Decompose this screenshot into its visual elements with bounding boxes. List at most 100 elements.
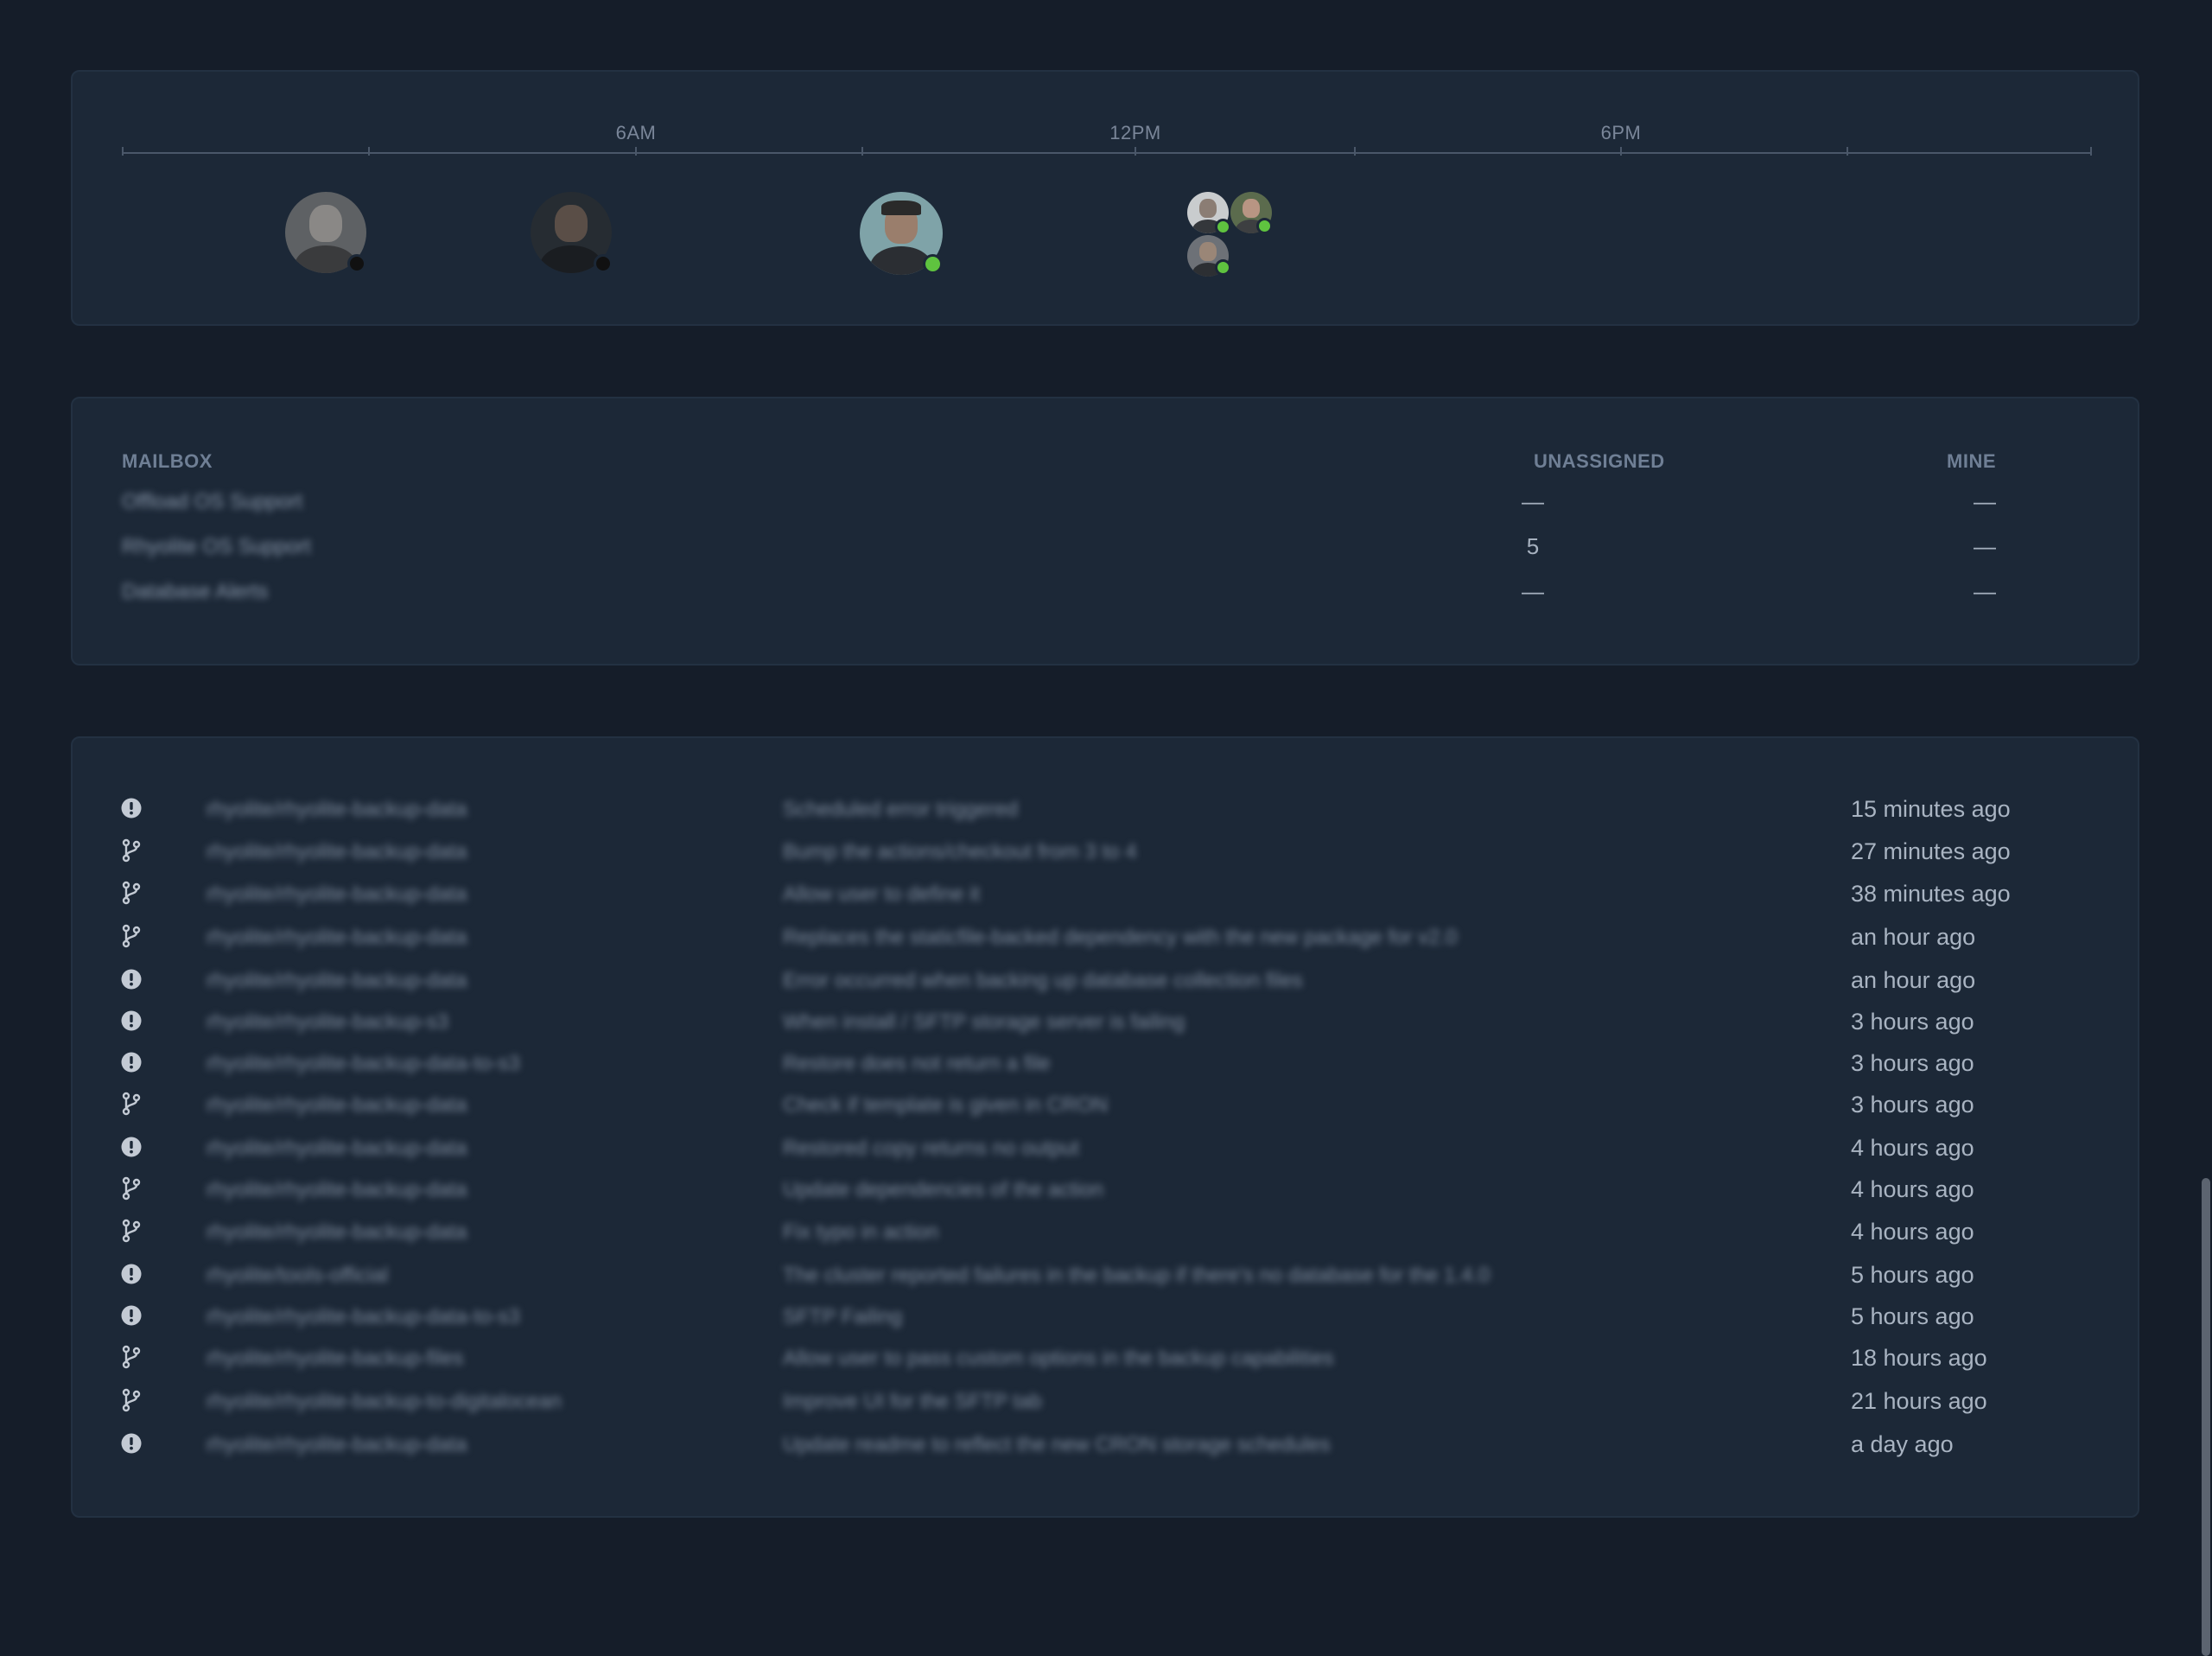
timeline-tick	[635, 147, 637, 156]
alert-circle-icon	[120, 1009, 143, 1033]
activity-repo[interactable]: rhyolite/rhyolite-backup-data	[207, 1178, 467, 1202]
timeline-label-6pm: 6PM	[1600, 122, 1642, 143]
scrollbar-thumb[interactable]	[2202, 1178, 2210, 1656]
activity-repo[interactable]: rhyolite/rhyolite-backup-data	[207, 926, 467, 950]
activity-timestamp: 4 hours ago	[1851, 1176, 1974, 1202]
activity-timestamp: 5 hours ago	[1851, 1303, 1974, 1329]
mailbox-unassigned-count[interactable]: —	[1522, 488, 1544, 515]
activity-row[interactable]: rhyolite/rhyolite-backup-data Fix typo in…	[73, 1213, 2138, 1248]
activity-repo[interactable]: rhyolite/rhyolite-backup-s3	[207, 1010, 448, 1035]
activity-timestamp: 15 minutes ago	[1851, 796, 2011, 822]
git-branch-icon	[120, 1092, 143, 1116]
activity-title[interactable]: Improve UI for the SFTP tab	[783, 1390, 1042, 1414]
timeline-tick	[122, 147, 124, 156]
timeline-tick	[2090, 147, 2092, 156]
page-scrollbar[interactable]	[2200, 0, 2212, 1656]
activity-timestamp: 27 minutes ago	[1851, 838, 2011, 864]
activity-row[interactable]: rhyolite/rhyolite-backup-data Restored co…	[73, 1130, 2138, 1164]
activity-timestamp: 3 hours ago	[1851, 1092, 1974, 1118]
activity-title[interactable]: Error occurred when backing up database …	[783, 969, 1303, 993]
timeline-tick	[861, 147, 863, 156]
activity-row[interactable]: rhyolite/rhyolite-backup-files Allow user…	[73, 1340, 2138, 1374]
timeline-tick	[1847, 147, 1848, 156]
activity-row[interactable]: rhyolite/rhyolite-backup-data Replaces th…	[73, 919, 2138, 953]
timeline-tick	[1135, 147, 1136, 156]
activity-row[interactable]: rhyolite/rhyolite-backup-data-to-s3 Resto…	[73, 1045, 2138, 1080]
status-dot-online	[1256, 218, 1273, 234]
activity-timestamp: an hour ago	[1851, 967, 1976, 993]
activity-title[interactable]: Allow user to pass custom options in the…	[783, 1347, 1334, 1371]
activity-timestamp: 21 hours ago	[1851, 1388, 1987, 1414]
activity-repo[interactable]: rhyolite/rhyolite-backup-data	[207, 840, 467, 864]
mailbox-unassigned-count[interactable]: 5	[1527, 533, 1539, 560]
activity-title[interactable]: Update dependencies of the action	[783, 1178, 1103, 1202]
activity-row[interactable]: rhyolite/rhyolite-backup-data Bump the ac…	[73, 833, 2138, 868]
activity-title[interactable]: Allow user to define it	[783, 882, 980, 907]
activity-title[interactable]: The cluster reported failures in the bac…	[783, 1264, 1490, 1288]
activity-timestamp: 3 hours ago	[1851, 1050, 1974, 1076]
activity-timestamp: an hour ago	[1851, 924, 1976, 950]
activity-row[interactable]: rhyolite/tools-official The cluster repor…	[73, 1257, 2138, 1291]
activity-repo[interactable]: rhyolite/rhyolite-backup-data	[207, 1433, 467, 1457]
mailbox-mine-count[interactable]: —	[1974, 488, 1996, 515]
mailbox-name[interactable]: Offload OS Support	[122, 490, 302, 514]
mailbox-summary-panel: MAILBOX UNASSIGNED MINE Offload OS Suppo…	[71, 397, 2139, 666]
activity-timestamp: 3 hours ago	[1851, 1009, 1974, 1035]
alert-circle-icon	[120, 967, 143, 991]
activity-row[interactable]: rhyolite/rhyolite-backup-data Allow user …	[73, 876, 2138, 910]
mailbox-mine-count[interactable]: —	[1974, 578, 1996, 605]
timeline-axis	[122, 152, 2091, 154]
activity-repo[interactable]: rhyolite/tools-official	[207, 1264, 388, 1288]
activity-timestamp: 4 hours ago	[1851, 1135, 1974, 1161]
activity-row[interactable]: rhyolite/rhyolite-backup-data Update depe…	[73, 1171, 2138, 1206]
mailbox-name[interactable]: Database Alerts	[122, 580, 268, 604]
status-dot-online	[1215, 219, 1231, 235]
git-branch-icon	[120, 1345, 143, 1369]
alert-circle-icon	[120, 1303, 143, 1328]
activity-title[interactable]: SFTP Failing	[783, 1305, 902, 1329]
activity-row[interactable]: rhyolite/rhyolite-backup-data-to-s3 SFTP …	[73, 1298, 2138, 1333]
activity-title[interactable]: Update readme to reflect the new CRON st…	[783, 1433, 1331, 1457]
activity-title[interactable]: When install / SFTP storage server is fa…	[783, 1010, 1185, 1035]
status-dot-online	[923, 254, 943, 274]
agents-timeline-panel: 6AM 12PM 6PM	[71, 70, 2139, 326]
activity-title[interactable]: Check if template is given in CRON	[783, 1093, 1108, 1118]
activity-repo[interactable]: rhyolite/rhyolite-backup-data	[207, 882, 467, 907]
activity-repo[interactable]: rhyolite/rhyolite-backup-data	[207, 969, 467, 993]
activity-row[interactable]: rhyolite/rhyolite-backup-data Check if te…	[73, 1086, 2138, 1121]
unassigned-column-header: UNASSIGNED	[1534, 450, 1665, 472]
activity-repo[interactable]: rhyolite/rhyolite-backup-data	[207, 1137, 467, 1161]
alert-circle-icon	[120, 1431, 143, 1455]
activity-repo[interactable]: rhyolite/rhyolite-backup-data	[207, 1220, 467, 1245]
git-branch-icon	[120, 924, 143, 948]
activity-repo[interactable]: rhyolite/rhyolite-backup-data	[207, 1093, 467, 1118]
activity-timestamp: 18 hours ago	[1851, 1345, 1987, 1371]
activity-row[interactable]: rhyolite/rhyolite-backup-to-digitalocean…	[73, 1383, 2138, 1417]
activity-timestamp: 4 hours ago	[1851, 1219, 1974, 1245]
activity-repo[interactable]: rhyolite/rhyolite-backup-data-to-s3	[207, 1305, 520, 1329]
alert-circle-icon	[120, 1135, 143, 1159]
activity-title[interactable]: Restored copy returns no output	[783, 1137, 1079, 1161]
activity-row[interactable]: rhyolite/rhyolite-backup-data Update read…	[73, 1426, 2138, 1461]
activity-title[interactable]: Restore does not return a file	[783, 1052, 1051, 1076]
timeline-tick	[1620, 147, 1622, 156]
mailbox-unassigned-count[interactable]: —	[1522, 578, 1544, 605]
activity-timestamp: a day ago	[1851, 1431, 1954, 1457]
mailbox-mine-count[interactable]: —	[1974, 533, 1996, 560]
activity-title[interactable]: Scheduled error triggered	[783, 798, 1018, 822]
activity-repo[interactable]: rhyolite/rhyolite-backup-data	[207, 798, 467, 822]
git-branch-icon	[120, 1388, 143, 1412]
mailbox-name[interactable]: Rhyolite OS Support	[122, 535, 311, 559]
activity-repo[interactable]: rhyolite/rhyolite-backup-files	[207, 1347, 463, 1371]
activity-row[interactable]: rhyolite/rhyolite-backup-data Error occur…	[73, 962, 2138, 997]
activity-title[interactable]: Replaces the staticfile-backed dependenc…	[783, 926, 1457, 950]
activity-repo[interactable]: rhyolite/rhyolite-backup-to-digitalocean	[207, 1390, 562, 1414]
git-branch-icon	[120, 1176, 143, 1201]
git-branch-icon	[120, 1219, 143, 1243]
activity-repo[interactable]: rhyolite/rhyolite-backup-data-to-s3	[207, 1052, 520, 1076]
activity-title[interactable]: Fix typo in action	[783, 1220, 938, 1245]
mine-column-header: MINE	[1947, 450, 1996, 472]
activity-title[interactable]: Bump the actions/checkout from 3 to 4	[783, 840, 1137, 864]
activity-row[interactable]: rhyolite/rhyolite-backup-data Scheduled e…	[73, 791, 2138, 825]
activity-row[interactable]: rhyolite/rhyolite-backup-s3 When install …	[73, 1003, 2138, 1038]
